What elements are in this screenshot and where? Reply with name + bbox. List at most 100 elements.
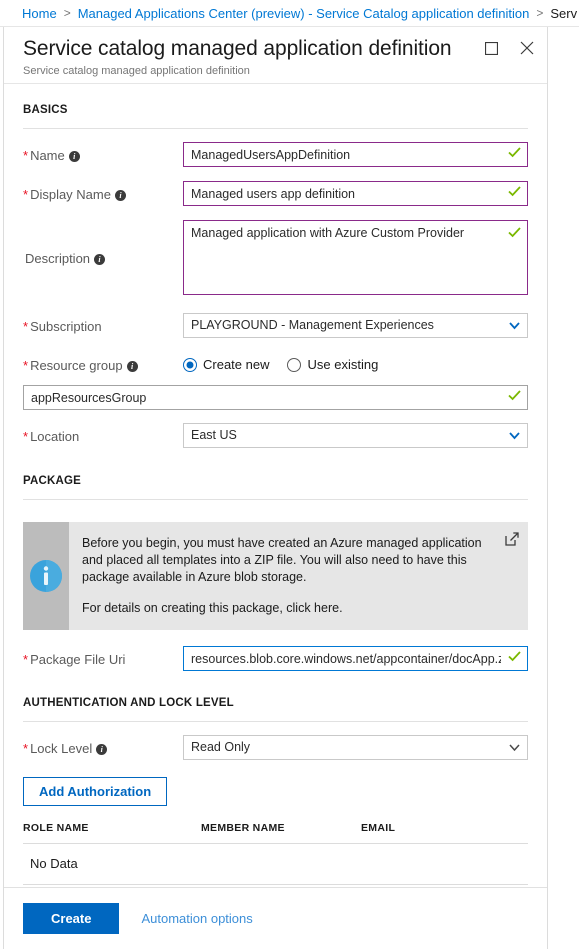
radio-indicator-selected <box>183 357 197 372</box>
label-text: Name <box>30 148 65 163</box>
section-divider <box>23 721 528 722</box>
field-display-name-control <box>183 181 528 206</box>
required-marker: * <box>23 319 29 334</box>
section-divider <box>23 499 528 500</box>
field-subscription-control: PLAYGROUND - Management Experiences <box>183 313 528 338</box>
field-resource-group-control: Create new Use existing <box>183 352 528 377</box>
info-icon[interactable]: i <box>94 254 106 265</box>
subscription-select[interactable]: PLAYGROUND - Management Experiences <box>183 313 528 338</box>
field-package-file-uri: * Package File Uri <box>23 646 528 672</box>
field-location-label: * Location <box>23 423 183 449</box>
column-header-member-name: MEMBER NAME <box>201 822 285 834</box>
location-value: East US <box>191 428 237 442</box>
name-input[interactable] <box>183 142 528 167</box>
field-description-control <box>183 220 528 300</box>
radio-create-new[interactable]: Create new <box>183 357 269 372</box>
label-text: Package File Uri <box>30 652 126 667</box>
field-lock-level: * Lock Level i Read Only <box>23 735 528 761</box>
field-description: Description i <box>23 220 528 300</box>
field-package-file-uri-control <box>183 646 528 671</box>
radio-use-existing-label: Use existing <box>307 357 379 372</box>
field-location: * Location East US <box>23 423 528 449</box>
breadcrumb-item-current: Serv <box>550 5 578 21</box>
label-text: Resource group <box>30 358 123 373</box>
breadcrumb: Home > Managed Applications Center (prev… <box>0 0 579 27</box>
display-name-input[interactable] <box>183 181 528 206</box>
required-marker: * <box>23 187 29 202</box>
resource-group-radio-group: Create new Use existing <box>183 352 528 377</box>
table-header-row: ROLE NAME MEMBER NAME EMAIL <box>23 822 528 843</box>
radio-indicator <box>287 357 302 372</box>
automation-options-link[interactable]: Automation options <box>141 911 252 926</box>
column-header-email: EMAIL <box>361 822 396 834</box>
label-text: Location <box>30 429 80 444</box>
description-textarea[interactable] <box>183 220 528 295</box>
info-icon[interactable]: i <box>68 151 80 162</box>
field-display-name: * Display Name i <box>23 181 528 207</box>
section-divider <box>23 128 528 129</box>
breadcrumb-item-home[interactable]: Home <box>22 6 57 21</box>
radio-use-existing[interactable]: Use existing <box>287 357 378 372</box>
field-package-file-uri-label: * Package File Uri <box>23 646 183 672</box>
blade-footer: Create Automation options <box>4 887 547 949</box>
create-button[interactable]: Create <box>23 903 120 934</box>
page-title: Service catalog managed application defi… <box>23 37 452 60</box>
field-subscription: * Subscription PLAYGROUND - Management Ex… <box>23 313 528 339</box>
required-marker: * <box>23 741 29 756</box>
breadcrumb-separator-icon: > <box>63 6 71 20</box>
location-select[interactable]: East US <box>183 423 528 448</box>
authorization-table: ROLE NAME MEMBER NAME EMAIL No Data <box>23 822 528 885</box>
info-banner: Before you begin, you must have created … <box>23 522 528 630</box>
info-banner-icon-col <box>23 522 69 630</box>
resource-group-name-input[interactable] <box>23 385 528 410</box>
page-subtitle: Service catalog managed application defi… <box>23 65 250 77</box>
required-marker: * <box>23 652 29 667</box>
info-icon[interactable]: i <box>114 190 126 201</box>
resource-group-name-row <box>23 385 528 410</box>
breadcrumb-separator-icon: > <box>536 6 544 20</box>
maximize-icon[interactable] <box>479 37 503 59</box>
add-authorization-button[interactable]: Add Authorization <box>23 777 168 806</box>
info-banner-text-secondary: For details on creating this package, cl… <box>82 601 343 615</box>
radio-create-new-label: Create new <box>203 357 270 372</box>
field-subscription-label: * Subscription <box>23 313 183 339</box>
blade-header: Service catalog managed application defi… <box>4 27 547 84</box>
label-text: Lock Level <box>30 741 93 756</box>
info-circle-icon <box>30 560 62 592</box>
required-marker: * <box>23 358 29 373</box>
blade-panel: Service catalog managed application defi… <box>3 27 548 949</box>
info-icon[interactable]: i <box>126 361 138 372</box>
field-display-name-label: * Display Name i <box>23 181 183 207</box>
external-link-icon[interactable] <box>505 532 519 546</box>
required-marker: * <box>23 429 29 444</box>
label-text: Subscription <box>30 319 102 334</box>
field-name-label: * Name i <box>23 142 183 168</box>
section-heading-basics: BASICS <box>23 104 68 116</box>
field-description-label: Description i <box>23 220 183 296</box>
column-header-role-name: ROLE NAME <box>23 822 89 834</box>
label-text: Description <box>25 251 91 266</box>
subscription-value: PLAYGROUND - Management Experiences <box>191 318 434 332</box>
azure-portal-blade: Home > Managed Applications Center (prev… <box>0 0 579 949</box>
section-heading-package: PACKAGE <box>23 475 82 487</box>
window-controls <box>479 37 539 59</box>
package-file-uri-input[interactable] <box>183 646 528 671</box>
info-icon[interactable]: i <box>96 744 108 755</box>
required-marker: * <box>23 148 29 163</box>
field-resource-group-label: * Resource group i <box>23 352 183 378</box>
lock-level-select[interactable]: Read Only <box>183 735 528 760</box>
field-name: * Name i <box>23 142 528 168</box>
field-location-control: East US <box>183 423 528 448</box>
field-lock-level-label: * Lock Level i <box>23 735 183 761</box>
info-banner-body: Before you begin, you must have created … <box>69 522 528 630</box>
section-heading-auth: AUTHENTICATION AND LOCK LEVEL <box>23 697 234 709</box>
label-text: Display Name <box>30 187 111 202</box>
info-banner-text: Before you begin, you must have created … <box>82 536 482 584</box>
form-body: BASICS *Namei *Display Namei <box>4 83 547 885</box>
field-resource-group: * Resource group i Create new Use existing <box>23 352 528 378</box>
close-icon[interactable] <box>515 37 539 59</box>
lock-level-value: Read Only <box>191 740 251 754</box>
breadcrumb-item-managed-apps-center[interactable]: Managed Applications Center (preview) - … <box>78 6 530 21</box>
table-divider <box>23 884 528 885</box>
field-name-control <box>183 142 528 167</box>
